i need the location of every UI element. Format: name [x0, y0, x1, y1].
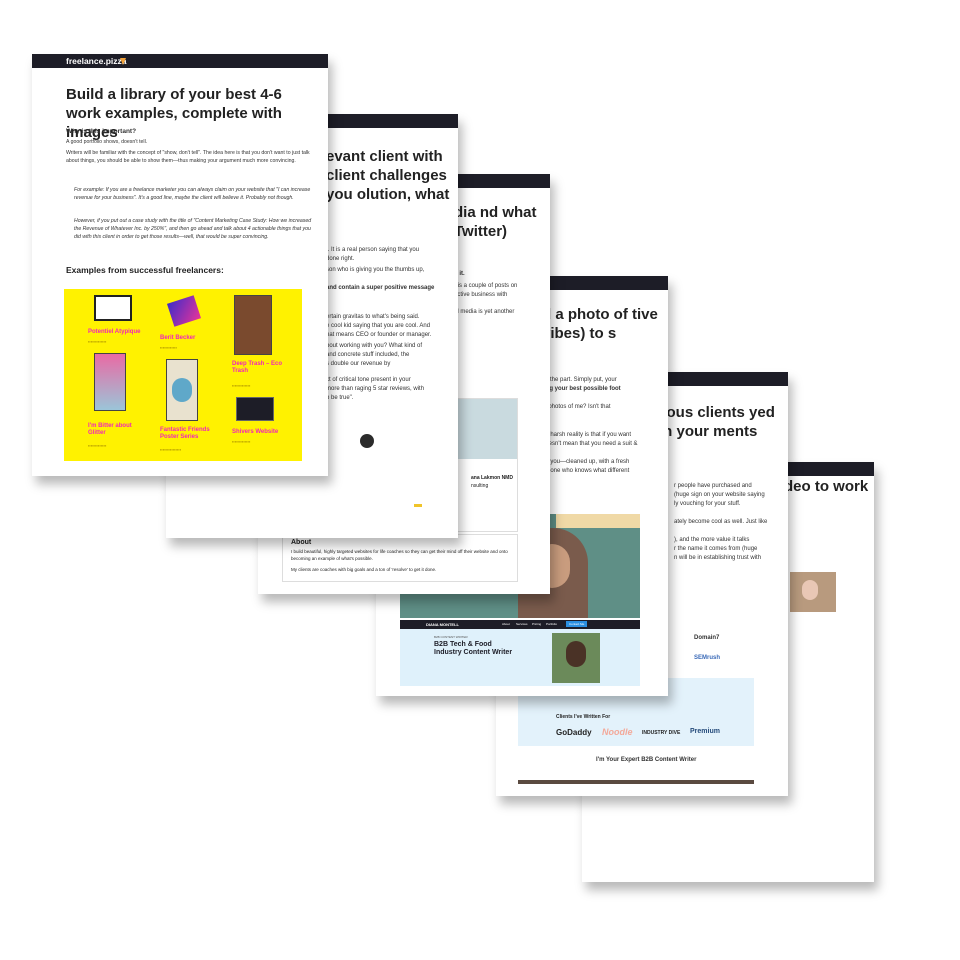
- portfolio-item-shivers[interactable]: Shivers Website ▪▪▪▪▪▪▪▪▪▪▪▪▪: [232, 397, 294, 457]
- profile-name: ana Lakmon NMD: [471, 475, 513, 481]
- paragraph-line: f. It is a real person saying that you: [326, 247, 420, 253]
- paragraph-line: r is a couple of posts on: [454, 283, 518, 289]
- poster-mockup: [94, 353, 126, 411]
- item-label: Potentiel Atypique: [88, 329, 141, 335]
- nav-link-services[interactable]: Services: [516, 622, 528, 626]
- portfolio-item-potentiel[interactable]: Potentiel Atypique ▪▪▪▪▪▪▪▪▪▪▪▪▪: [88, 295, 140, 349]
- paragraph-line: (huge sign on your website saying: [674, 492, 765, 498]
- logo-noodle: Noodle: [602, 727, 633, 737]
- paragraph-line: s double our revenue by: [326, 361, 391, 367]
- paragraph-line: al photos of me? Isn't that: [542, 404, 611, 410]
- logo-semrush: SEMrush: [694, 655, 721, 661]
- logo-domain7: Domain7: [694, 635, 720, 641]
- quote-2: However, if you put out a case study wit…: [74, 218, 312, 241]
- portfolio-item-deep-trash[interactable]: Deep Trash – Eco Trash ▪▪▪▪▪▪▪▪▪▪▪▪▪: [232, 295, 294, 391]
- poster-mockup: [234, 295, 272, 355]
- paragraph-line: t... you—cleaned up, with a fresh: [542, 459, 630, 465]
- clients-heading: Clients I've Written For: [556, 714, 611, 720]
- portfolio-item-bitter-glitter[interactable]: I'm Bitter about Glitter ▪▪▪▪▪▪▪▪▪▪▪▪▪: [88, 353, 148, 457]
- paragraph-line: r people have purchased and: [674, 483, 752, 489]
- nav-link-about[interactable]: About: [502, 622, 510, 626]
- item-label: I'm Bitter about Glitter: [88, 423, 132, 436]
- paragraph-line: doesn't mean that you need a suit &: [542, 441, 638, 447]
- paragraph-line: bout working with you? What kind of: [326, 343, 423, 349]
- hero-photo: [552, 633, 600, 683]
- video-thumbnail[interactable]: [790, 572, 836, 612]
- site-brand[interactable]: freelance.pizza: [66, 56, 126, 66]
- logo-industry-dive: INDUSTRY DIVE: [642, 730, 681, 736]
- examples-heading: Examples from successful freelancers:: [66, 265, 224, 275]
- about-text-2: My clients are coaches with big goals an…: [291, 567, 437, 572]
- logo-premium: Premium: [690, 728, 720, 735]
- site-header: freelance.pizza: [32, 54, 328, 68]
- photo-strip: [518, 780, 754, 784]
- section-heading: vious clients yed on your ments: [654, 404, 775, 440]
- tablet-mockup: [166, 295, 202, 327]
- paragraph-line: hat means CEO or founder or manager.: [326, 332, 432, 338]
- site-brand: DIANA MONTELL: [426, 622, 459, 627]
- paragraph-line: and concrete stuff included, the: [326, 352, 410, 358]
- page-card-1: freelance.pizza Build a library of your …: [32, 54, 328, 476]
- paragraph-line: ly vouching for your stuff.: [674, 501, 741, 507]
- nav-link-pricing[interactable]: Pricing: [532, 622, 541, 626]
- nav-link-portfolio[interactable]: Portfolio: [546, 622, 557, 626]
- paragraph-line: ately become cool as well. Just like: [674, 519, 768, 525]
- paragraph-1: A good portfolio shows, doesn't tell.: [66, 139, 148, 145]
- section-heading: evant client with client challenges you …: [326, 148, 450, 203]
- paragraph-line: o be true".: [326, 395, 354, 401]
- testimonial-stars: [414, 504, 422, 507]
- about-section: About I build beautiful, highly targeted…: [282, 534, 518, 582]
- paragraph-line: and contain a super positive message: [326, 285, 435, 291]
- paragraph-line: ok the part. Simply put, your: [542, 377, 617, 383]
- why-heading: Why is this important?: [66, 128, 137, 135]
- portfolio-grid: Potentiel Atypique ▪▪▪▪▪▪▪▪▪▪▪▪▪ Berit B…: [64, 289, 302, 461]
- about-heading: About: [291, 539, 312, 546]
- poster-mockup: [166, 359, 198, 421]
- hero-headline: B2B Tech & Food Industry Content Writer: [434, 641, 513, 657]
- paragraph-line: ), and the more value it talks: [674, 537, 750, 543]
- devices-mockup: [236, 397, 274, 421]
- paragraph-line: more than raging 5 star reviews, with: [326, 386, 425, 392]
- section-heading: deo to work: [784, 478, 869, 495]
- profile-role: nsulting: [471, 483, 489, 489]
- paragraph-line: he harsh reality is that if you want: [542, 432, 632, 438]
- site-navbar: DIANA MONTELL About Services Pricing Por…: [400, 620, 640, 629]
- paragraph-line: son who is giving you the thumbs up,: [326, 267, 425, 273]
- portfolio-item-fantastic-friends[interactable]: Fantastic Friends Poster Series ▪▪▪▪▪▪▪▪…: [160, 359, 224, 459]
- section-heading: d a photo of tive vibes) to s: [542, 306, 658, 342]
- hero-section: B2B CONTENT WRITER B2B Tech & Food Indus…: [400, 629, 640, 686]
- hero-kicker: B2B CONTENT WRITER: [434, 635, 468, 639]
- testimonial-avatar: [360, 434, 374, 448]
- item-label: Deep Trash – Eco Trash: [232, 361, 283, 374]
- paragraph-line: active business with: [454, 292, 508, 298]
- contact-button[interactable]: Contact Me: [566, 621, 588, 627]
- paragraph-line: meone who knows what different: [542, 468, 630, 474]
- portfolio-item-berit[interactable]: Berit Becker ▪▪▪▪▪▪▪▪▪▪▪▪: [160, 295, 214, 353]
- laptop-mockup: [94, 295, 132, 321]
- paragraph-line: ertain gravitas to what's being said.: [326, 314, 420, 320]
- paragraph-line: ting your best possible foot: [542, 386, 621, 392]
- paragraph-line: xt of critical tone present in your: [326, 377, 411, 383]
- expert-heading: I'm Your Expert B2B Content Writer: [596, 757, 697, 763]
- quote-1: For example: If you are a freelance mark…: [74, 187, 311, 202]
- item-label: Berit Becker: [160, 335, 196, 341]
- paragraph-2: Writers will be familiar with the concep…: [66, 150, 310, 165]
- pizza-slice-icon: [120, 58, 126, 65]
- paragraph-line: e cool kid saying that you are cool. And: [326, 323, 431, 329]
- paragraph-line: al media is yet another: [454, 309, 515, 315]
- section-heading: dia nd what Twitter): [454, 204, 537, 240]
- paragraph-line: n will be in establishing trust with: [674, 555, 762, 561]
- item-label: Fantastic Friends Poster Series: [160, 427, 210, 440]
- item-label: Shivers Website: [232, 429, 279, 435]
- about-text-1: I build beautiful, highly targeted websi…: [291, 549, 508, 561]
- logo-godaddy: GoDaddy: [556, 728, 592, 737]
- paragraph-line: done right.: [326, 256, 355, 262]
- paragraph-line: r the name it comes from (huge: [674, 546, 758, 552]
